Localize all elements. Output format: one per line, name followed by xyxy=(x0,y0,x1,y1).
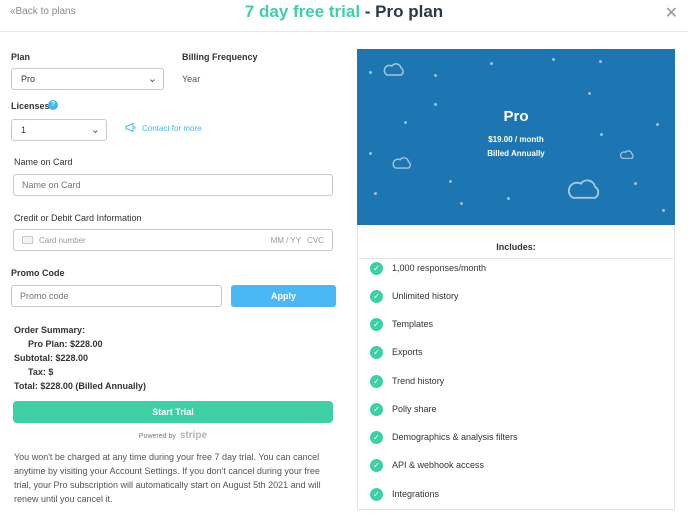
star-dot xyxy=(449,180,452,183)
check-circle-icon: ✓ xyxy=(370,402,383,416)
feature-item: ✓ API & webhook access xyxy=(370,458,484,472)
order-summary-title: Order Summary: xyxy=(14,325,86,335)
close-icon[interactable]: ✕ xyxy=(665,3,678,23)
order-summary: Order Summary: Pro Plan: $228.00 Subtota… xyxy=(14,323,146,393)
check-circle-icon: ✓ xyxy=(370,487,383,501)
cloud-icon xyxy=(392,157,411,169)
apply-button[interactable]: Apply xyxy=(231,285,336,307)
order-summary-tax: Tax: $ xyxy=(28,367,54,377)
feature-label: Unlimited history xyxy=(392,291,459,301)
feature-item: ✓ 1,000 responses/month xyxy=(370,261,486,275)
feature-label: Exports xyxy=(392,347,423,357)
star-dot xyxy=(507,197,510,200)
stripe-logo: stripe xyxy=(179,430,208,441)
billing-frequency-label: Billing Frequency xyxy=(182,52,258,62)
page-title: 7 day free trial - Pro plan xyxy=(0,2,688,22)
star-dot xyxy=(634,182,637,185)
order-summary-subtotal: Subtotal: $228.00 xyxy=(14,353,89,363)
card-number-field[interactable]: Card number MM / YY CVC xyxy=(13,229,333,251)
check-circle-icon: ✓ xyxy=(370,430,383,444)
title-plan-text: - Pro plan xyxy=(360,2,444,21)
feature-label: 1,000 responses/month xyxy=(392,263,487,273)
powered-by-stripe: Powered by stripe xyxy=(0,430,346,441)
feature-label: Polly share xyxy=(392,404,437,414)
plan-card-name: Pro xyxy=(503,108,529,125)
feature-item: ✓ Exports xyxy=(370,345,423,359)
check-circle-icon: ✓ xyxy=(370,345,383,359)
star-dot xyxy=(374,192,377,195)
feature-item: ✓ Unlimited history xyxy=(370,289,459,303)
includes-panel: Includes: ✓ 1,000 responses/month ✓ Unlimi… xyxy=(357,225,675,510)
feature-item: ✓ Integrations xyxy=(370,487,439,501)
check-circle-icon: ✓ xyxy=(370,374,383,388)
star-dot xyxy=(552,58,555,61)
order-summary-total: Total: $228.00 (Billed Annually) xyxy=(14,381,147,391)
name-on-card-input[interactable] xyxy=(13,174,333,196)
card-expiry-placeholder: MM / YY xyxy=(270,235,302,245)
credit-card-icon xyxy=(22,236,33,244)
feature-label: Trend history xyxy=(392,376,445,386)
contact-for-more-link[interactable]: Contact for more xyxy=(125,122,202,134)
modal-header: «Back to plans 7 day free trial - Pro pl… xyxy=(0,0,688,32)
star-dot xyxy=(662,209,665,212)
title-trial-text: 7 day free trial xyxy=(244,2,361,21)
star-dot xyxy=(599,60,602,63)
start-trial-button[interactable]: Start Trial xyxy=(13,401,333,423)
card-number-placeholder: Card number xyxy=(39,235,86,245)
plan-card-billing: Billed Annually xyxy=(487,149,545,158)
cloud-icon xyxy=(567,179,600,199)
check-circle-icon: ✓ xyxy=(370,317,383,331)
includes-title: Includes: xyxy=(496,242,536,252)
powered-by-label: Powered by xyxy=(138,433,176,440)
licenses-select-value: 1 xyxy=(21,125,27,135)
plan-select-value: Pro xyxy=(21,74,36,84)
star-dot xyxy=(588,92,591,95)
feature-label: API & webhook access xyxy=(392,460,485,470)
help-icon[interactable]: ? xyxy=(48,100,58,110)
contact-for-more-label: Contact for more xyxy=(142,124,202,133)
feature-label: Demographics & analysis filters xyxy=(392,432,518,442)
cloud-icon xyxy=(383,63,404,76)
feature-item: ✓ Trend history xyxy=(370,374,444,388)
feature-item: ✓ Demographics & analysis filters xyxy=(370,430,518,444)
licenses-select[interactable]: 1 ⌄ xyxy=(11,119,107,141)
promo-code-label: Promo Code xyxy=(11,268,65,278)
trial-disclaimer: You won't be charged at any time during … xyxy=(14,452,321,504)
feature-item: ✓ Polly share xyxy=(370,402,437,416)
billing-frequency-value: Year xyxy=(182,74,201,84)
card-cvc-placeholder: CVC xyxy=(307,235,324,245)
plan-card: Pro $19.00 / month Billed Annually xyxy=(357,49,675,225)
star-dot xyxy=(460,202,463,205)
check-circle-icon: ✓ xyxy=(370,458,383,472)
check-circle-icon: ✓ xyxy=(370,261,383,275)
order-summary-plan: Pro Plan: $228.00 xyxy=(28,339,103,349)
check-circle-icon: ✓ xyxy=(370,289,383,303)
feature-label: Integrations xyxy=(392,489,440,499)
chevron-down-icon: ⌄ xyxy=(147,73,157,85)
feature-label: Templates xyxy=(392,319,434,329)
feature-item: ✓ Templates xyxy=(370,317,433,331)
plan-select[interactable]: Pro ⌄ xyxy=(11,68,164,90)
star-dot xyxy=(490,62,493,65)
licenses-label: Licenses xyxy=(11,101,50,111)
card-info-label: Credit or Debit Card Information xyxy=(14,213,142,223)
name-on-card-label: Name on Card xyxy=(14,157,73,167)
star-dot xyxy=(434,103,437,106)
chevron-down-icon: ⌄ xyxy=(90,124,100,136)
plan-card-price: $19.00 / month xyxy=(488,135,544,144)
promo-code-input[interactable] xyxy=(11,285,222,307)
plan-label: Plan xyxy=(11,52,31,62)
star-dot xyxy=(434,74,437,77)
star-dot xyxy=(369,71,372,74)
megaphone-icon xyxy=(125,122,136,134)
includes-divider xyxy=(358,258,674,259)
